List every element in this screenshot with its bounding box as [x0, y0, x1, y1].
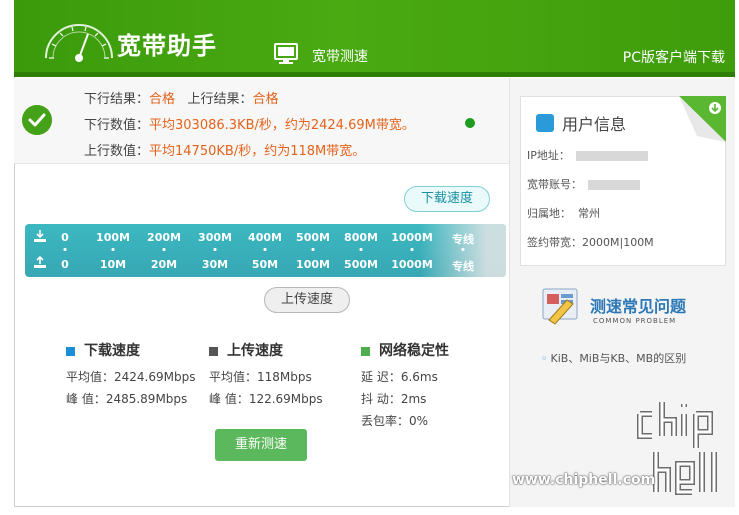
download-color-square: [66, 346, 75, 356]
upload-scale-tick: 500M: [344, 258, 378, 271]
result-panel: 下行结果：合格 上行结果：合格 下行数值：平均303086.3KB/秒，约为24…: [14, 78, 509, 164]
network-loss: 丢包率：0%: [361, 414, 429, 428]
result-lines: 下行结果：合格 上行结果：合格 下行数值：平均303086.3KB/秒，约为24…: [84, 87, 415, 165]
download-scale-tick: 400M: [248, 231, 282, 244]
network-latency: 延 迟：6.6ms: [361, 370, 438, 384]
faq-link-kib-kb[interactable]: KiB、MiB与KB、MB的区别: [541, 350, 687, 366]
download-corner-icon[interactable]: [679, 96, 726, 142]
result-line-3: 上行数值：平均14750KB/秒，约为118M带宽。: [84, 139, 415, 165]
location-label: 归属地：: [527, 207, 571, 220]
network-jitter: 抖 动：2ms: [361, 392, 427, 406]
scale-tick-mark: [263, 248, 267, 251]
upload-scale-tick: 100M: [296, 258, 330, 271]
upload-stats: 上传速度 平均值：118Mbps 峰 值：122.69Mbps: [209, 340, 323, 410]
user-info-rows: IP地址： 宽带账号： 归属地： 常州 签约带宽：2000M|100M: [527, 141, 654, 257]
bandwidth-row: 签约带宽：2000M|100M: [527, 228, 654, 257]
upload-value-label: 上行数值：: [84, 144, 150, 159]
upload-scale-tick: 专线: [452, 260, 474, 273]
upload-speed-bubble: 上传速度: [264, 287, 350, 313]
location-value: 常州: [578, 207, 600, 220]
download-avg: 平均值：2424.69Mbps: [66, 370, 196, 384]
download-stats-title-text: 下载速度: [84, 343, 140, 359]
upload-peak: 峰 值：122.69Mbps: [209, 392, 323, 406]
result-line-1: 下行结果：合格 上行结果：合格: [84, 87, 415, 113]
app-title: 宽带助手: [117, 32, 217, 60]
upload-result-value: 合格: [252, 92, 279, 107]
bandwidth-value: 2000M|100M: [582, 236, 654, 249]
download-scale-tick: 300M: [198, 231, 232, 244]
download-value-text: 平均303086.3KB/秒，约为2424.69M带宽。: [149, 118, 415, 133]
faq-title[interactable]: 测速常见问题: [590, 293, 686, 317]
scale-tick-mark: [461, 248, 465, 251]
download-scale-tick: 0: [61, 231, 69, 244]
upload-scale-tick: 10M: [99, 258, 127, 271]
upload-value-text: 平均14750KB/秒，约为118M带宽。: [149, 144, 366, 159]
ip-row: IP地址：: [527, 141, 654, 170]
account-label: 宽带账号：: [527, 178, 582, 191]
retest-button[interactable]: 重新测速: [215, 429, 307, 461]
check-icon: [22, 105, 52, 135]
user-info-title-text: 用户信息: [562, 115, 627, 134]
nav-speedtest-label: 宽带测速: [312, 49, 368, 65]
scale-tick-mark: [162, 248, 166, 251]
user-icon: [536, 114, 554, 132]
upload-scale-tick: 0: [61, 258, 69, 271]
monitor-icon: [274, 43, 298, 64]
upload-scale-tick: 30M: [201, 258, 229, 271]
upload-result-label: 上行结果：: [187, 92, 253, 107]
network-stats-title: 网络稳定性: [361, 340, 449, 362]
download-peak: 峰 值：2485.89Mbps: [66, 392, 188, 406]
upload-scale-tick: 50M: [251, 258, 279, 271]
status-dot: [465, 118, 475, 128]
speed-scale: 0 100M 200M 300M 400M 500M 800M 1000M 专线 0 10M 20M…: [25, 224, 506, 277]
download-stats-title: 下载速度: [66, 340, 195, 362]
faq-icon: [542, 288, 578, 325]
download-speed-bubble: 下载速度: [404, 186, 490, 212]
bandwidth-label: 签约带宽：: [527, 236, 582, 249]
download-result-value: 合格: [149, 92, 176, 107]
download-value-label: 下行数值：: [84, 118, 150, 133]
upload-avg: 平均值：118Mbps: [209, 370, 312, 384]
speedometer-icon: [45, 24, 113, 62]
download-scale-tick: 500M: [296, 231, 330, 244]
download-scale-tick: 专线: [452, 233, 474, 246]
scale-tick-mark: [213, 248, 217, 251]
ip-label: IP地址：: [527, 149, 570, 162]
upload-stats-title: 上传速度: [209, 340, 323, 362]
scale-tick-mark: [63, 248, 67, 251]
download-scale-tick: 1000M: [391, 231, 433, 244]
upload-stats-title-text: 上传速度: [227, 343, 283, 359]
download-result-label: 下行结果：: [84, 92, 150, 107]
download-scale-tick: 100M: [96, 231, 130, 244]
account-row: 宽带账号：: [527, 170, 654, 199]
scale-tick-mark: [111, 248, 115, 251]
upload-color-square: [209, 346, 218, 356]
location-row: 归属地： 常州: [527, 199, 654, 228]
faq-subtitle: COMMON PROBLEM: [593, 317, 677, 325]
network-stats-title-text: 网络稳定性: [379, 343, 449, 359]
upload-scale-row: 0 10M 20M 30M 50M 100M 500M 1000M 专线: [25, 258, 506, 278]
ip-redacted: [575, 151, 648, 161]
upload-scale-tick: 20M: [150, 258, 178, 271]
watermark-url: www.chiphell.com: [512, 472, 656, 488]
user-info-title: 用户信息: [536, 111, 626, 135]
download-scale-tick: 200M: [147, 231, 181, 244]
nav-speedtest[interactable]: 宽带测速: [274, 43, 368, 65]
upload-scale-tick: 1000M: [391, 258, 433, 271]
download-scale-tick: 800M: [344, 231, 378, 244]
network-stats: 网络稳定性 延 迟：6.6ms 抖 动：2ms 丢包率：0%: [361, 340, 449, 432]
scale-tick-mark: [410, 248, 414, 251]
nav-pc-download[interactable]: PC版客户端下载: [623, 47, 725, 67]
scale-dots: [25, 248, 506, 252]
network-color-square: [361, 346, 370, 356]
account-redacted: [588, 180, 640, 190]
scale-tick-mark: [359, 248, 363, 251]
result-line-2: 下行数值：平均303086.3KB/秒，约为2424.69M带宽。: [84, 113, 415, 139]
download-stats: 下载速度 平均值：2424.69Mbps 峰 值：2485.89Mbps: [66, 340, 195, 410]
scale-tick-mark: [311, 248, 315, 251]
